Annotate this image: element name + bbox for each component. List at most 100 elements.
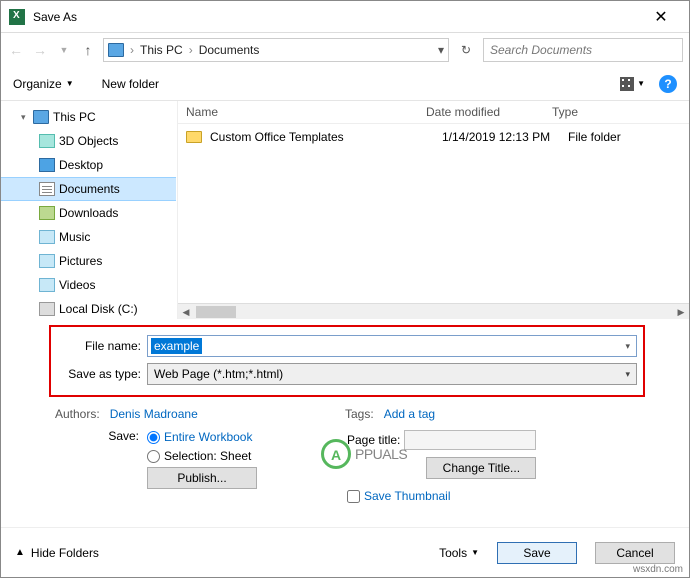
chevron-right-icon: › — [189, 43, 193, 57]
close-icon[interactable]: ✕ — [641, 7, 681, 27]
tree-item-label: Downloads — [59, 206, 118, 220]
search-placeholder: Search Documents — [490, 43, 592, 57]
tree-desktop[interactable]: Desktop — [1, 153, 176, 177]
radio-selection-sheet[interactable]: Selection: Sheet — [147, 449, 257, 463]
help-icon[interactable]: ? — [659, 75, 677, 93]
column-headers: Name Date modified Type — [178, 101, 689, 124]
savetype-dropdown[interactable]: Web Page (*.htm;*.html) ▾ — [147, 363, 637, 385]
cancel-button[interactable]: Cancel — [595, 542, 675, 564]
page-title-input[interactable] — [404, 430, 536, 450]
chevron-down-icon[interactable]: ▾ — [625, 341, 630, 352]
change-title-button[interactable]: Change Title... — [426, 457, 536, 479]
checkbox-input[interactable] — [347, 490, 360, 503]
tree-videos[interactable]: Videos — [1, 273, 176, 297]
hide-folders-button[interactable]: ▲ Hide Folders — [15, 546, 99, 560]
radio-label: Entire Workbook — [164, 430, 252, 444]
item-date: 1/14/2019 12:13 PM — [442, 130, 568, 144]
scroll-thumb[interactable] — [196, 306, 236, 318]
recent-chevron-icon[interactable]: ▼ — [55, 45, 73, 55]
tree-item-label: This PC — [53, 110, 96, 124]
excel-icon — [9, 9, 25, 25]
change-title-label: Change Title... — [443, 461, 520, 475]
title-bar: Save As ✕ — [1, 1, 689, 33]
downloads-icon — [39, 206, 55, 220]
pc-icon — [33, 110, 49, 124]
dialog-footer: ▲ Hide Folders Tools ▼ Save Cancel — [1, 527, 689, 577]
page-title-label: Page title: — [347, 433, 400, 447]
organize-label: Organize — [13, 77, 62, 91]
item-name: Custom Office Templates — [210, 130, 442, 144]
desktop-icon — [39, 158, 55, 172]
videos-icon — [39, 278, 55, 292]
search-input[interactable]: Search Documents — [483, 38, 683, 62]
filename-value: example — [151, 338, 202, 354]
forward-icon: → — [31, 42, 49, 58]
tools-dropdown[interactable]: Tools ▼ — [439, 546, 479, 560]
documents-icon — [39, 182, 55, 196]
hide-folders-label: Hide Folders — [31, 546, 99, 560]
pc-icon — [108, 43, 124, 57]
list-item[interactable]: Custom Office Templates 1/14/2019 12:13 … — [178, 124, 689, 150]
tree-item-label: Local Disk (C:) — [59, 302, 138, 316]
radio-entire-workbook[interactable]: Entire Workbook — [147, 430, 257, 444]
view-options-button[interactable]: ▼ — [620, 77, 645, 91]
scroll-left-icon[interactable]: ◀ — [178, 304, 194, 320]
new-folder-button[interactable]: New folder — [102, 77, 159, 91]
tree-3d-objects[interactable]: 3D Objects — [1, 129, 176, 153]
source-watermark: wsxdn.com — [633, 564, 683, 575]
nav-bar: ← → ▼ ↑ › This PC › Documents ▾ ↻ Search… — [1, 33, 689, 67]
chevron-up-icon: ▲ — [15, 547, 25, 558]
authors-label: Authors: — [55, 407, 100, 421]
horizontal-scrollbar[interactable]: ◀ ▶ — [178, 303, 689, 319]
tree-item-label: Music — [59, 230, 90, 244]
col-type[interactable]: Type — [552, 105, 578, 119]
tree-item-label: Pictures — [59, 254, 102, 268]
tags-label: Tags: — [345, 407, 374, 421]
chevron-down-icon[interactable]: ▾ — [21, 112, 29, 123]
back-icon[interactable]: ← — [7, 42, 25, 58]
chevron-down-icon: ▼ — [471, 548, 479, 557]
publish-button[interactable]: Publish... — [147, 467, 257, 489]
organize-button[interactable]: Organize ▼ — [13, 77, 74, 91]
radio-label: Selection: Sheet — [164, 449, 251, 463]
tree-local-disk-c[interactable]: Local Disk (C:) — [1, 297, 176, 319]
tree-item-label: Desktop — [59, 158, 103, 172]
col-date[interactable]: Date modified — [426, 105, 552, 119]
authors-value[interactable]: Denis Madroane — [110, 407, 198, 421]
tree-downloads[interactable]: Downloads — [1, 201, 176, 225]
save-button[interactable]: Save — [497, 542, 577, 564]
refresh-icon[interactable]: ↻ — [455, 43, 477, 57]
tree-item-label: 3D Objects — [59, 134, 118, 148]
breadcrumb-this-pc[interactable]: This PC — [140, 43, 183, 57]
breadcrumb-documents[interactable]: Documents — [199, 43, 260, 57]
view-grid-icon — [620, 77, 634, 91]
file-list: Name Date modified Type Custom Office Te… — [177, 101, 689, 319]
up-icon[interactable]: ↑ — [79, 42, 97, 58]
chevron-down-icon[interactable]: ▾ — [438, 43, 444, 57]
tree-this-pc[interactable]: ▾ This PC — [1, 105, 176, 129]
filename-input[interactable]: example ▾ — [147, 335, 637, 357]
radio-input[interactable] — [147, 450, 160, 463]
chevron-down-icon: ▼ — [66, 79, 74, 88]
savetype-label: Save as type: — [57, 367, 141, 381]
tree-item-label: Documents — [59, 182, 120, 196]
scroll-right-icon[interactable]: ▶ — [673, 304, 689, 320]
tree-music[interactable]: Music — [1, 225, 176, 249]
highlighted-save-fields: File name: example ▾ Save as type: Web P… — [49, 325, 645, 397]
tools-label: Tools — [439, 546, 467, 560]
checkbox-save-thumbnail[interactable]: Save Thumbnail — [347, 489, 536, 503]
item-type: File folder — [568, 130, 621, 144]
tree-pictures[interactable]: Pictures — [1, 249, 176, 273]
cube-icon — [39, 134, 55, 148]
tree-documents[interactable]: Documents — [1, 177, 176, 201]
disk-icon — [39, 302, 55, 316]
col-name[interactable]: Name — [186, 105, 426, 119]
metadata-row: Authors: Denis Madroane Tags: Add a tag — [1, 403, 689, 425]
cancel-label: Cancel — [616, 546, 653, 560]
folder-icon — [186, 131, 202, 143]
radio-input[interactable] — [147, 431, 160, 444]
tags-value[interactable]: Add a tag — [384, 407, 435, 421]
toolbar: Organize ▼ New folder ▼ ? — [1, 67, 689, 101]
pictures-icon — [39, 254, 55, 268]
breadcrumb[interactable]: › This PC › Documents ▾ — [103, 38, 449, 62]
